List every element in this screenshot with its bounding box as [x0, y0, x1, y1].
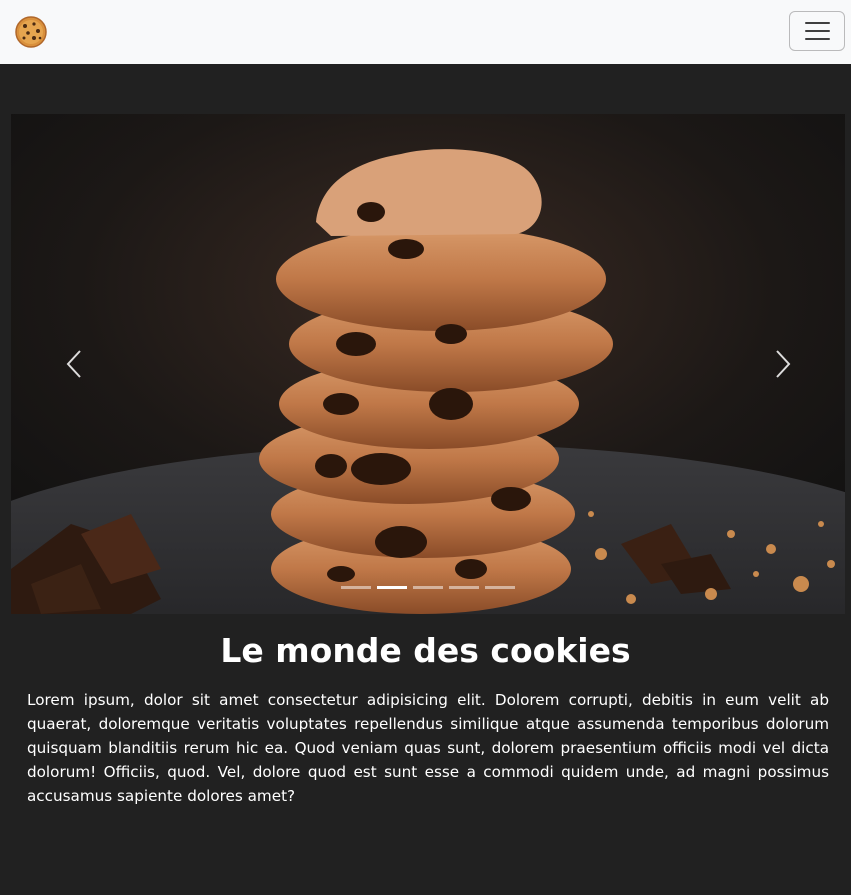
- carousel-indicator-2[interactable]: [377, 586, 407, 589]
- hamburger-menu-icon[interactable]: [789, 11, 845, 51]
- carousel-next-button[interactable]: [720, 114, 845, 614]
- intro-paragraph: Lorem ipsum, dolor sit amet consectetur …: [27, 691, 829, 805]
- chevron-right-icon: [775, 350, 790, 378]
- carousel-indicator-5[interactable]: [485, 586, 515, 589]
- carousel: [11, 114, 845, 614]
- carousel-indicator-4[interactable]: [449, 586, 479, 589]
- cookie-icon[interactable]: [14, 15, 48, 49]
- carousel-indicator-3[interactable]: [413, 586, 443, 589]
- chevron-left-icon: [66, 350, 81, 378]
- page-title: Le monde des cookies: [220, 631, 631, 670]
- carousel-prev-button[interactable]: [11, 114, 136, 614]
- carousel-indicator-1[interactable]: [341, 586, 371, 589]
- carousel-indicators: [11, 586, 845, 589]
- navbar: [0, 0, 851, 64]
